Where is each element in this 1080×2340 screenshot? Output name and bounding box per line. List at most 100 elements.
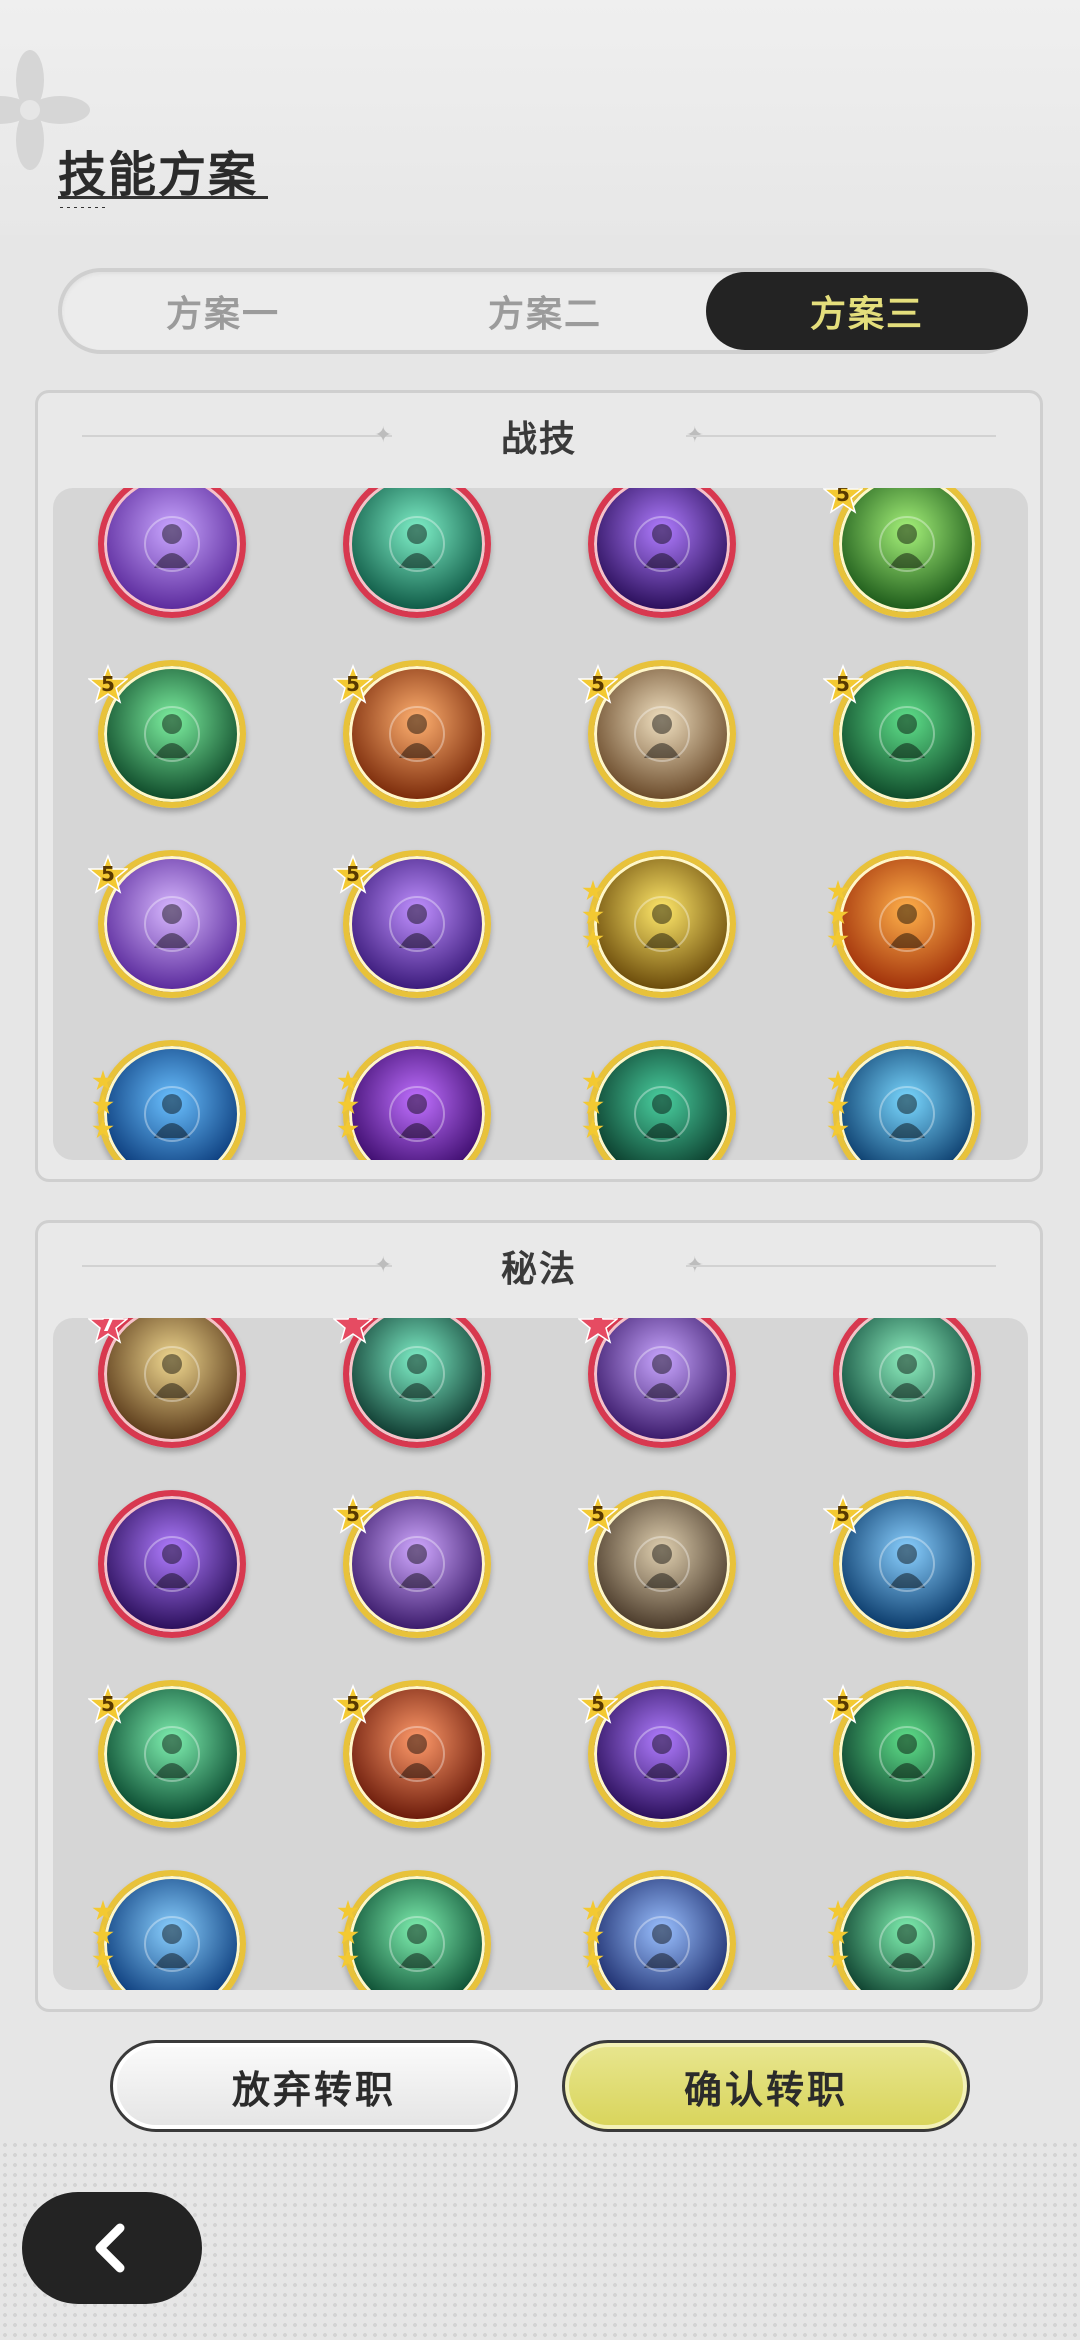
star-icon: [582, 1070, 604, 1091]
skill-glyph-icon: [634, 1726, 690, 1782]
level-badge: [333, 1318, 373, 1344]
star-icon: [92, 1924, 114, 1945]
skill-ice-shard-icon[interactable]: [833, 1040, 981, 1160]
rarity-stars: [827, 1900, 853, 1972]
level-badge: 5: [578, 664, 618, 704]
level-badge: 5: [578, 1684, 618, 1724]
sparkle-icon: ✦: [374, 423, 393, 448]
skill-totem-icon[interactable]: [98, 488, 246, 618]
skill-glyph-icon: [634, 896, 690, 952]
rarity-stars: [582, 1070, 608, 1142]
combat-skills-grid[interactable]: 5 5 5 5 5 5 5: [53, 488, 1028, 1160]
level-badge: 5: [823, 1684, 863, 1724]
level-badge: 5: [333, 854, 373, 894]
arcane-ice-spike-icon[interactable]: [98, 1870, 246, 1990]
skill-golden-crystal-icon[interactable]: [588, 850, 736, 998]
level-badge: 7: [88, 1318, 128, 1344]
skill-glyph-icon: [634, 706, 690, 762]
arcane-skills-title: 秘法: [500, 1248, 577, 1290]
level-badge-text: 5: [836, 488, 850, 506]
arcane-crystal-shield-icon[interactable]: [588, 1870, 736, 1990]
star-icon: [582, 880, 604, 901]
sparkle-icon: ✦: [374, 1253, 393, 1278]
arcane-skills-panel: ✦ 秘法 ✦ 7 5 5 5 5 5 5 5: [35, 1220, 1043, 2012]
skill-meditate-icon[interactable]: [343, 488, 491, 618]
skill-glyph-icon: [879, 1086, 935, 1142]
skill-vortex-icon[interactable]: [588, 488, 736, 618]
arcane-shield-icon[interactable]: [833, 1318, 981, 1448]
rarity-stars: [337, 1070, 363, 1142]
level-badge-text: 5: [346, 672, 360, 696]
arcane-green-heart-icon[interactable]: [343, 1870, 491, 1990]
rarity-stars: [827, 1070, 853, 1142]
tab-plan-3[interactable]: 方案三: [706, 272, 1028, 350]
skill-glyph-icon: [389, 1916, 445, 1972]
skill-constellation-icon[interactable]: [343, 1040, 491, 1160]
skill-frost-scroll-icon[interactable]: [98, 1040, 246, 1160]
level-badge: 5: [333, 1684, 373, 1724]
star-icon: [582, 1094, 604, 1115]
skill-glyph-icon: [879, 1536, 935, 1592]
divider-line: [686, 435, 996, 437]
arcane-skills-grid[interactable]: 7 5 5 5 5 5 5 5: [53, 1318, 1028, 1990]
star-icon: [92, 1118, 114, 1139]
level-badge-text: 5: [836, 672, 850, 696]
star-icon: [582, 1948, 604, 1969]
star-icon: [827, 1094, 849, 1115]
skill-glyph-icon: [144, 1086, 200, 1142]
confirm-class-change-button[interactable]: 确认转职: [562, 2040, 970, 2132]
star-icon: [582, 1900, 604, 1921]
skill-fire-wolf-icon[interactable]: [833, 850, 981, 998]
arcane-star-orb-icon[interactable]: [98, 1490, 246, 1638]
level-badge: [578, 1318, 618, 1344]
skill-glyph-icon: [144, 1726, 200, 1782]
star-icon: [92, 1900, 114, 1921]
abandon-class-change-button[interactable]: 放弃转职: [110, 2040, 518, 2132]
tab-plan-2[interactable]: 方案二: [384, 272, 706, 350]
skill-glyph-icon: [144, 706, 200, 762]
skill-glyph-icon: [389, 1536, 445, 1592]
page-title: 技能方案: [58, 147, 259, 203]
divider-line: [82, 435, 392, 437]
rarity-stars: [92, 1070, 118, 1142]
level-badge-text: 5: [101, 1692, 115, 1716]
tab-plan-1[interactable]: 方案一: [62, 272, 384, 350]
arcane-beast-icon[interactable]: [833, 1870, 981, 1990]
star-icon: [827, 1070, 849, 1091]
star-icon: [337, 1070, 359, 1091]
star-icon: [92, 1070, 114, 1091]
skill-glyph-icon: [634, 1916, 690, 1972]
skill-glyph-icon: [144, 896, 200, 952]
divider-line: [82, 1265, 392, 1267]
level-badge: 5: [88, 1684, 128, 1724]
skill-glyph-icon: [389, 706, 445, 762]
skill-glyph-icon: [144, 1916, 200, 1972]
star-icon: [582, 904, 604, 925]
level-badge: 5: [823, 488, 863, 514]
level-badge: 5: [88, 664, 128, 704]
level-badge: 5: [578, 1494, 618, 1534]
skill-glyph-icon: [879, 1346, 935, 1402]
skill-thorn-icon[interactable]: [588, 1040, 736, 1160]
level-badge-text: 5: [101, 672, 115, 696]
arcane-skills-header: ✦ 秘法 ✦: [38, 1223, 1040, 1308]
plan-tabs: 方案一 方案二 方案三: [58, 268, 1028, 354]
star-icon: [582, 1118, 604, 1139]
back-button[interactable]: [22, 2192, 202, 2304]
skill-glyph-icon: [879, 896, 935, 952]
star-icon: [337, 1094, 359, 1115]
level-badge: 5: [823, 664, 863, 704]
rarity-stars: [582, 880, 608, 952]
level-badge-text: 5: [591, 672, 605, 696]
star-icon: [337, 1118, 359, 1139]
level-badge-text: 5: [101, 862, 115, 886]
level-badge-text: 5: [346, 1502, 360, 1526]
skill-glyph-icon: [389, 1086, 445, 1142]
star-icon: [827, 1900, 849, 1921]
star-icon: [582, 928, 604, 949]
level-badge: 5: [333, 664, 373, 704]
star-icon: [337, 1900, 359, 1921]
rarity-stars: [337, 1900, 363, 1972]
skill-glyph-icon: [389, 1346, 445, 1402]
title-underline: [58, 196, 268, 199]
